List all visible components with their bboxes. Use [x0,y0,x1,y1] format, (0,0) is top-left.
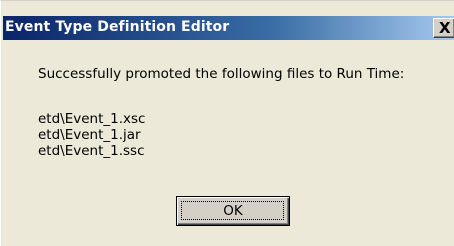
close-icon: X [439,19,451,37]
dialog-window: Event Type Definition Editor X Successfu… [0,0,454,246]
title-bar[interactable]: Event Type Definition Editor X [3,16,454,40]
list-item: etd\Event_1.ssc [38,143,145,159]
ok-button-label: OK [223,203,243,219]
ok-button[interactable]: OK [176,196,290,226]
message-text: Successfully promoted the following file… [38,66,405,82]
list-item: etd\Event_1.xsc [38,111,146,127]
window-title: Event Type Definition Editor [5,19,230,35]
close-button[interactable]: X [433,18,454,38]
file-list: etd\Event_1.xsc etd\Event_1.jar etd\Even… [38,111,145,159]
list-item: etd\Event_1.jar [38,127,141,143]
